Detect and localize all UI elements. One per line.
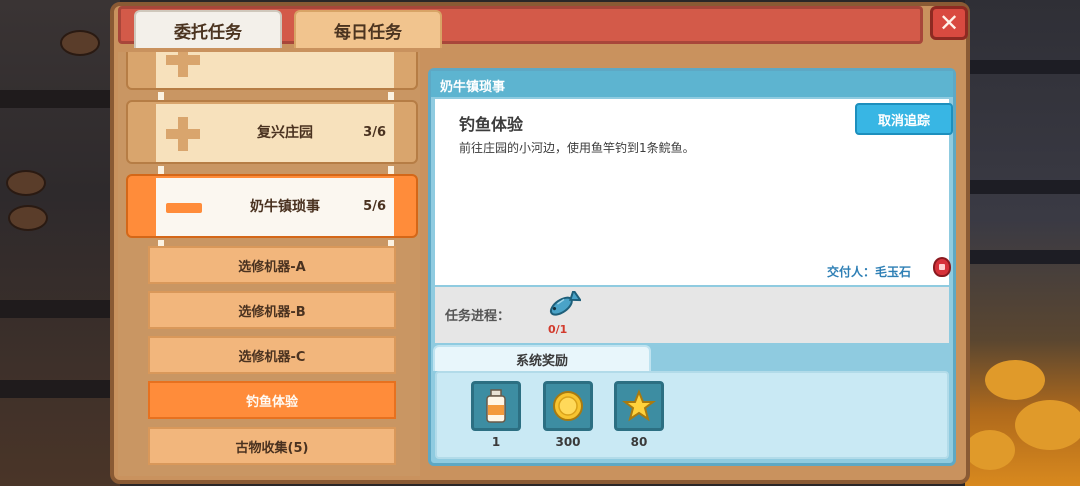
detail-header: 奶牛镇琐事 [431,71,953,97]
close-icon: ✕ [938,9,960,37]
reward-box: 1 300 80 [435,371,949,459]
gold-coin-icon [553,391,583,421]
fish-icon [549,291,581,316]
category-count: 3/6 [363,124,386,140]
subquest-item[interactable]: 选修机器-B [148,291,396,329]
reward-qty: 80 [630,435,648,449]
reward-item[interactable] [471,381,521,431]
location-pin-icon[interactable] [933,257,951,277]
plus-icon [166,117,200,151]
reward-item[interactable] [543,381,593,431]
quest-title: 钓鱼体验 [459,115,524,134]
category-item-partial[interactable] [126,52,418,90]
close-button[interactable]: ✕ [930,6,968,40]
category-name: 奶牛镇琐事 [250,199,320,215]
untrack-button[interactable]: 取消追踪 [855,103,953,135]
quest-list[interactable]: 复兴庄园 3/6 奶牛镇琐事 5/6 选修机器-A 选修机器-B 选修机器-C … [118,52,420,476]
reward-qty: 1 [491,435,501,449]
milk-bottle-icon [486,389,506,423]
minus-icon [166,203,202,213]
subquest-item[interactable]: 选修机器-A [148,246,396,284]
category-item-revive-farm[interactable]: 复兴庄园 3/6 [126,100,418,164]
progress-label: 任务进程： [445,309,511,324]
reward-qty: 300 [555,435,581,449]
quest-description: 前往庄园的小河边，使用鱼竿钓到1条鲩鱼。 [459,141,695,155]
quest-detail: 奶牛镇琐事 钓鱼体验 前往庄园的小河边，使用鱼竿钓到1条鲩鱼。 取消追踪 交付人… [428,68,956,466]
tab-system-rewards[interactable]: 系统奖励 [433,345,651,371]
category-name: 复兴庄园 [257,125,313,141]
quest-description-card: 钓鱼体验 前往庄园的小河边，使用鱼竿钓到1条鲩鱼。 取消追踪 交付人：毛玉石 [435,99,953,285]
plus-icon [166,52,200,77]
tab-daily[interactable]: 每日任务 [294,10,442,48]
progress-count: 0/1 [548,323,568,336]
tab-commission[interactable]: 委托任务 [134,10,282,48]
game-world-right [965,0,1080,486]
subquest-item-selected[interactable]: 钓鱼体验 [148,381,396,419]
subquest-item[interactable]: 选修机器-C [148,336,396,374]
progress-area: 任务进程： 0/1 [435,287,949,343]
reward-item[interactable] [614,381,664,431]
game-world-left [0,0,120,486]
subquest-item[interactable]: 古物收集(5) [148,427,396,465]
category-item-cow-town[interactable]: 奶牛镇琐事 5/6 [126,174,418,238]
star-icon [622,389,656,422]
quest-giver: 交付人：毛玉石 [827,265,912,279]
category-count: 5/6 [363,198,386,214]
